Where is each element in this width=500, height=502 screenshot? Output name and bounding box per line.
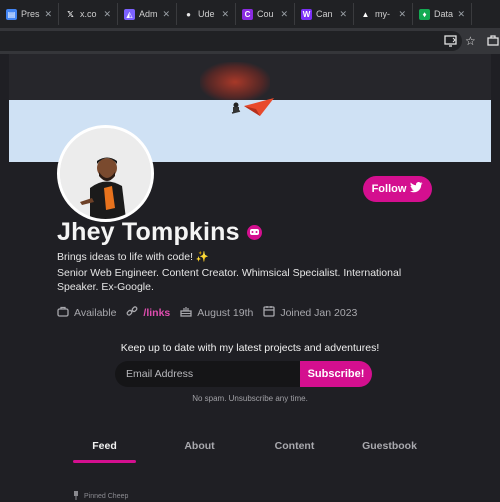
follow-button[interactable]: Follow bbox=[363, 176, 432, 202]
github-icon: ● bbox=[186, 9, 191, 19]
verified-badge-icon bbox=[246, 225, 262, 240]
close-tab-icon[interactable]: ✕ bbox=[44, 9, 52, 20]
paper-plane-illustration bbox=[231, 98, 274, 116]
browser-tab[interactable]: C Cou ✕ bbox=[236, 3, 295, 25]
close-tab-icon[interactable]: ✕ bbox=[398, 9, 406, 20]
pin-icon bbox=[73, 491, 79, 502]
bird-icon bbox=[410, 182, 423, 196]
close-tab-icon[interactable]: ✕ bbox=[457, 9, 465, 20]
profile-name-row: Jhey Tompkins bbox=[57, 218, 262, 247]
pinned-cheep-header: Pinned Cheep bbox=[73, 491, 128, 502]
cake-icon bbox=[180, 305, 192, 320]
close-tab-icon[interactable]: ✕ bbox=[339, 9, 347, 20]
follow-button-label: Follow bbox=[371, 183, 407, 195]
browser-tab-title: Ude bbox=[198, 9, 215, 19]
canva-icon: W bbox=[301, 8, 312, 20]
tab-guestbook[interactable]: Guestbook bbox=[342, 432, 437, 462]
browser-tab[interactable]: W Can ✕ bbox=[295, 3, 354, 25]
tab-feed[interactable]: Feed bbox=[57, 432, 152, 463]
profile-page: Follow Jhey Tompkins Brings ideas to lif… bbox=[0, 54, 500, 500]
browser-tab-title: x.co bbox=[80, 9, 97, 19]
course-icon: C bbox=[242, 8, 253, 20]
newsletter-note: No spam. Unsubscribe any time. bbox=[192, 394, 308, 403]
links-item[interactable]: /links bbox=[126, 305, 170, 320]
browser-tab-title: Pres bbox=[21, 9, 40, 19]
browser-tab-title: Cou bbox=[257, 9, 274, 19]
close-tab-icon[interactable]: ✕ bbox=[280, 9, 288, 20]
extensions-icon[interactable] bbox=[487, 34, 499, 49]
browser-tab[interactable]: ▤ Pres ✕ bbox=[0, 3, 59, 25]
close-tab-icon[interactable]: ✕ bbox=[162, 9, 170, 20]
tab-content[interactable]: Content bbox=[247, 432, 342, 462]
pinned-label: Pinned Cheep bbox=[84, 493, 129, 500]
address-bar[interactable] bbox=[0, 31, 462, 51]
browser-tab-strip: ▤ Pres ✕ 𝕏x.co ✕ ◭ Adm ✕ ● Ude ✕ C Cou ✕ W Can ✕ ▲ my- ✕ ♦ Da… bbox=[0, 0, 500, 28]
availability-item: Available bbox=[57, 306, 116, 320]
availability-text: Available bbox=[74, 306, 117, 319]
browser-tab[interactable]: ♦ Data ✕ bbox=[413, 3, 472, 25]
email-field[interactable] bbox=[115, 361, 300, 387]
link-chain-icon bbox=[126, 305, 138, 320]
subscribe-button[interactable]: Subscribe! bbox=[300, 361, 372, 387]
browser-tab-title: my- bbox=[375, 9, 390, 19]
birthday-text: August 19th bbox=[197, 306, 254, 319]
browser-tab-title: Can bbox=[316, 9, 333, 19]
joined-text: Joined Jan 2023 bbox=[280, 306, 358, 319]
close-tab-icon[interactable]: ✕ bbox=[103, 9, 111, 20]
close-tab-icon[interactable]: ✕ bbox=[221, 9, 229, 20]
browser-toolbar: ☆ bbox=[0, 28, 500, 54]
presentation-icon: ▤ bbox=[6, 8, 17, 20]
x-logo-icon: 𝕏 bbox=[67, 9, 74, 19]
newsletter-title: Keep up to date with my latest projects … bbox=[120, 342, 380, 354]
profile-tagline: Brings ideas to life with code! ✨ bbox=[57, 251, 209, 263]
profile-tabs: Feed About Content Guestbook bbox=[57, 432, 437, 463]
briefcase-icon bbox=[57, 306, 69, 320]
admin-icon: ◭ bbox=[124, 8, 135, 20]
newsletter-form: Subscribe! bbox=[115, 361, 372, 387]
avatar[interactable] bbox=[57, 125, 154, 222]
browser-tab[interactable]: 𝕏x.co ✕ bbox=[59, 3, 118, 25]
profile-name: Jhey Tompkins bbox=[57, 218, 240, 246]
links-link[interactable]: /links bbox=[143, 307, 170, 319]
profile-meta: Available /links August 19th Joined Jan … bbox=[57, 305, 357, 320]
cast-icon[interactable] bbox=[444, 34, 457, 50]
profile-bio: Senior Web Engineer. Content Creator. Wh… bbox=[57, 267, 402, 293]
browser-tab[interactable]: ◭ Adm ✕ bbox=[118, 3, 177, 25]
birthday-item: August 19th bbox=[180, 305, 253, 320]
calendar-icon bbox=[263, 305, 275, 320]
tab-about[interactable]: About bbox=[152, 432, 247, 462]
mongodb-leaf-icon: ♦ bbox=[419, 8, 430, 20]
joined-item: Joined Jan 2023 bbox=[263, 305, 357, 320]
browser-tab-title: Data bbox=[434, 9, 454, 19]
browser-tab[interactable]: ● Ude ✕ bbox=[177, 3, 236, 25]
bookmark-star-icon[interactable]: ☆ bbox=[465, 34, 476, 48]
browser-tab-title: Adm bbox=[139, 9, 158, 19]
browser-tab[interactable]: ▲ my- ✕ bbox=[354, 3, 413, 25]
vercel-icon: ▲ bbox=[361, 9, 370, 19]
